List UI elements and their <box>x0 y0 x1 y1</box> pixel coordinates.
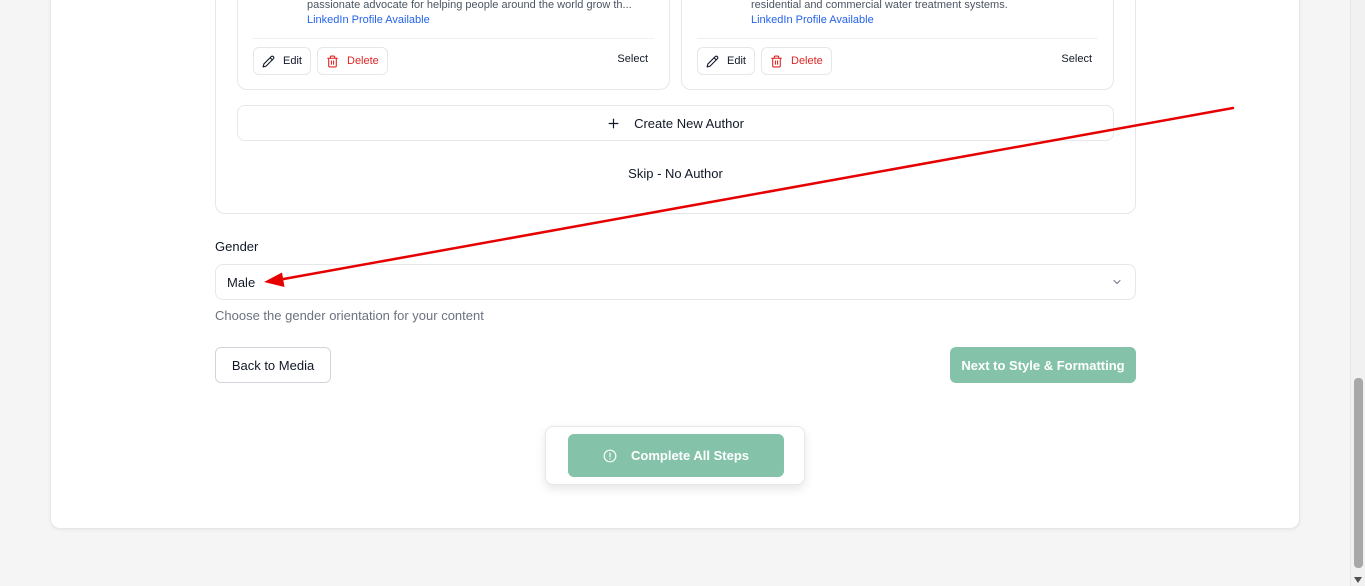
delete-label: Delete <box>791 55 823 67</box>
next-to-style-button[interactable]: Next to Style & Formatting <box>950 347 1136 383</box>
delete-author-button[interactable]: Delete <box>317 47 388 75</box>
edit-icon <box>706 55 719 68</box>
complete-all-steps-label: Complete All Steps <box>631 448 749 463</box>
divider <box>253 38 654 39</box>
create-new-author-label: Create New Author <box>634 115 744 131</box>
edit-label: Edit <box>283 55 302 67</box>
skip-author-button[interactable]: Skip - No Author <box>237 160 1114 186</box>
delete-author-button[interactable]: Delete <box>761 47 832 75</box>
trash-icon <box>326 55 339 68</box>
delete-label: Delete <box>347 55 379 67</box>
author-bio: passionate advocate for helping people a… <box>307 0 632 11</box>
trash-icon <box>770 55 783 68</box>
author-linkedin-link[interactable]: LinkedIn Profile Available <box>307 14 430 26</box>
select-author-button[interactable]: Select <box>617 53 648 65</box>
info-circle-icon <box>603 449 617 463</box>
edit-author-button[interactable]: Edit <box>697 47 755 75</box>
back-to-media-button[interactable]: Back to Media <box>215 347 331 383</box>
edit-author-button[interactable]: Edit <box>253 47 311 75</box>
divider <box>697 38 1098 39</box>
select-author-button[interactable]: Select <box>1061 53 1092 65</box>
scroll-down-arrow-icon[interactable] <box>1354 577 1362 583</box>
complete-steps-container: Complete All Steps <box>545 426 805 485</box>
chevron-down-icon <box>1111 276 1123 288</box>
gender-selected-value: Male <box>227 274 256 290</box>
gender-help-text: Choose the gender orientation for your c… <box>215 308 484 323</box>
complete-all-steps-button[interactable]: Complete All Steps <box>568 434 784 477</box>
create-new-author-button[interactable]: Create New Author <box>237 105 1114 141</box>
author-card: passionate advocate for helping people a… <box>237 0 670 90</box>
edit-label: Edit <box>727 55 746 67</box>
vertical-scrollbar[interactable] <box>1350 0 1365 586</box>
author-card: residential and commercial water treatme… <box>681 0 1114 90</box>
author-linkedin-link[interactable]: LinkedIn Profile Available <box>751 14 874 26</box>
gender-label: Gender <box>215 239 259 254</box>
plus-icon <box>607 117 620 130</box>
scrollbar-thumb[interactable] <box>1354 378 1363 568</box>
author-bio: residential and commercial water treatme… <box>751 0 1008 11</box>
gender-select[interactable]: Male <box>215 264 1136 300</box>
edit-icon <box>262 55 275 68</box>
